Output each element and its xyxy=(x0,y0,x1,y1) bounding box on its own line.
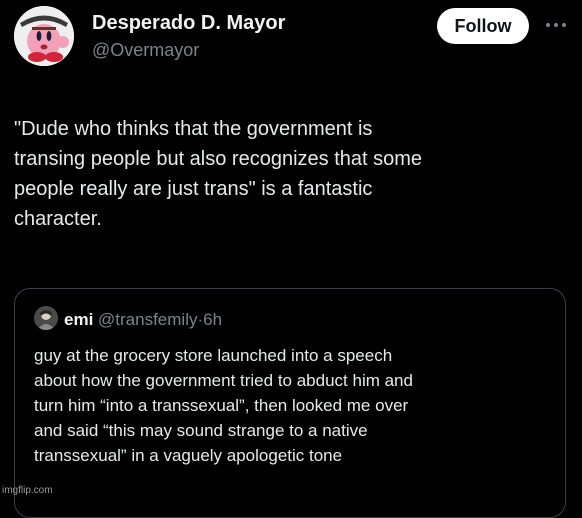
quoted-author-handle: @transfemily xyxy=(98,310,198,329)
author-display-name[interactable]: Desperado D. Mayor xyxy=(92,12,285,35)
quoted-text-line: turn him “into a transsexual”, then look… xyxy=(34,396,409,415)
tweet-text-line: people really are just trans" is a fanta… xyxy=(14,178,373,200)
quoted-tweet-text: guy at the grocery store launched into a… xyxy=(34,343,559,468)
more-horizontal-icon[interactable] xyxy=(542,18,570,32)
quoted-text-line: guy at the grocery store launched into a… xyxy=(34,346,393,365)
quoted-tweet-header: emi @transfemily·6h xyxy=(64,310,222,330)
tweet-text-line: "Dude who thinks that the government is xyxy=(14,118,373,140)
quoted-text-line: transsexual” in a vaguely apologetic ton… xyxy=(34,446,343,465)
quoted-text-line: and said “this may sound strange to a na… xyxy=(34,421,368,440)
tweet-text: "Dude who thinks that the government is … xyxy=(14,114,554,234)
tweet-text-line: character. xyxy=(14,208,102,230)
quoted-author-avatar xyxy=(34,306,58,330)
kirby-avatar-icon xyxy=(14,6,74,66)
quoted-tweet-card[interactable]: emi @transfemily·6h guy at the grocery s… xyxy=(14,288,566,518)
quoted-author-name: emi xyxy=(64,310,94,329)
quoted-tweet-time: 6h xyxy=(203,310,223,329)
tweet-text-line: transing people but also recognizes that… xyxy=(14,148,423,170)
imgflip-watermark: imgflip.com xyxy=(2,485,53,496)
author-avatar[interactable] xyxy=(14,6,74,66)
follow-button[interactable]: Follow xyxy=(437,8,529,44)
profile-photo-icon xyxy=(34,306,58,330)
author-handle[interactable]: @Overmayor xyxy=(92,40,199,61)
quoted-text-line: about how the government tried to abduct… xyxy=(34,371,413,390)
